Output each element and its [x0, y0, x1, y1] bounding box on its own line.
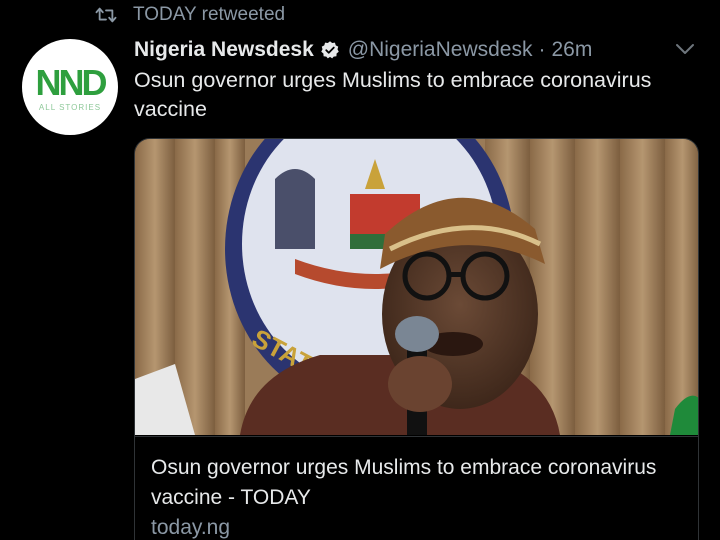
avatar-logo-subtext: ALL STORIES	[38, 102, 102, 112]
tweet-text: Osun governor urges Muslims to embrace c…	[134, 68, 652, 121]
verified-badge-icon	[321, 41, 339, 59]
timestamp[interactable]: 26m	[551, 38, 592, 62]
card-image[interactable]: STATE	[135, 139, 698, 435]
handle[interactable]: @NigeriaNewsdesk	[348, 38, 533, 62]
retweet-icon	[95, 7, 117, 23]
card-title: Osun governor urges Muslims to embrace c…	[151, 456, 657, 509]
display-name[interactable]: Nigeria Newsdesk	[134, 38, 314, 62]
avatar[interactable]: NND ALL STORIES	[22, 39, 118, 135]
chevron-down-icon[interactable]	[673, 40, 697, 58]
separator-dot: ·	[538, 38, 546, 61]
card-body[interactable]: Osun governor urges Muslims to embrace c…	[135, 436, 698, 540]
avatar-logo-text: NND	[35, 61, 108, 103]
retweet-indicator: TODAY retweeted	[95, 2, 285, 28]
link-card[interactable]: STATE Osun governor urges Muslims to emb…	[134, 138, 699, 540]
card-domain: today.ng	[151, 516, 231, 539]
retweet-label: TODAY retweeted	[133, 4, 286, 25]
tweet-header: Nigeria Newsdesk @NigeriaNewsdesk · 26m	[134, 36, 592, 64]
